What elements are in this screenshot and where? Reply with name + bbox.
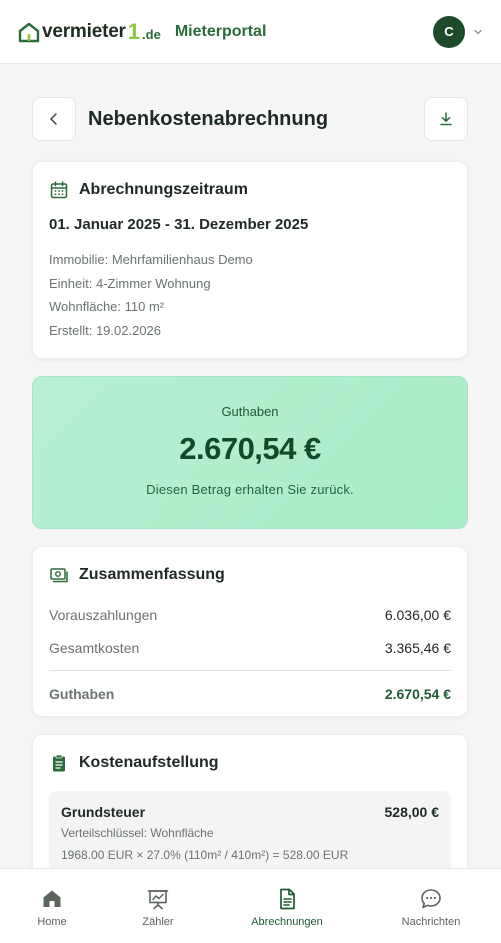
chat-icon	[421, 889, 441, 909]
meter-icon	[147, 890, 169, 910]
logo-text: vermieter	[42, 20, 126, 42]
billing-period-card: Abrechnungszeitraum 01. Januar 2025 - 31…	[32, 161, 468, 359]
download-button[interactable]	[424, 97, 468, 141]
house-logo-icon	[18, 22, 40, 42]
logo-tld: .de	[142, 26, 161, 42]
billing-period-header: Abrechnungszeitraum	[49, 180, 451, 200]
cost-item-header: Grundsteuer 528,00 €	[61, 804, 439, 820]
credit-amount: 2.670,54 €	[179, 431, 321, 466]
nav-label-home: Home	[37, 916, 67, 928]
clipboard-icon	[53, 754, 65, 772]
credit-total-label: Guthaben	[49, 686, 115, 702]
nav-item-home[interactable]: Home	[22, 869, 82, 943]
credit-note: Diesen Betrag erhalten Sie zurück.	[146, 482, 354, 497]
credit-total-value: 2.670,54 €	[384, 686, 451, 702]
cost-breakdown-header: Kostenaufstellung	[49, 753, 451, 773]
cost-item-name: Grundsteuer	[61, 804, 146, 820]
chevron-left-icon	[50, 113, 57, 125]
bottom-navigation: Home Zähler Abrechnungen Nachrichten	[0, 868, 501, 943]
nav-item-meter[interactable]: Zähler	[128, 869, 188, 943]
summary-card: Zusammenfassung Vorauszahlungen 6.036,00…	[32, 546, 468, 717]
created-date-line: Erstellt: 19.02.2026	[49, 322, 162, 338]
user-menu[interactable]: C	[433, 15, 483, 48]
cost-item-formula: 1968.00 EUR × 27.0% (110m² / 410m²) = 52…	[61, 848, 349, 862]
credit-balance-card: Guthaben 2.670,54 € Diesen Betrag erhalt…	[32, 376, 468, 529]
nav-label-meter: Zähler	[142, 916, 174, 928]
property-line: Immobilie: Mehrfamilienhaus Demo	[49, 252, 253, 267]
summary-title: Zusammenfassung	[79, 566, 225, 583]
property-details: Immobilie: Mehrfamilienhaus Demo Einheit…	[49, 248, 451, 342]
advance-payments-value: 6.036,00 €	[384, 607, 451, 623]
portal-title: Mieterportal	[174, 22, 267, 40]
money-icon	[50, 568, 68, 583]
nav-label-messages: Nachrichten	[401, 916, 461, 928]
page-header: Nebenkostenabrechnung	[32, 97, 468, 141]
advance-payments-label: Vorauszahlungen	[49, 607, 158, 623]
summary-divider	[49, 670, 451, 671]
top-bar: vermieter 1 .de Mieterportal C	[0, 0, 501, 64]
cost-item-allocation-key: Verteilschlüssel: Wohnfläche	[61, 826, 214, 840]
avatar[interactable]: C	[433, 15, 465, 48]
document-icon	[280, 888, 295, 910]
download-icon	[440, 112, 452, 126]
cost-item-amount: 528,00 €	[384, 804, 440, 820]
credit-label: Guthaben	[221, 404, 279, 419]
page-title: Nebenkostenabrechnung	[88, 107, 329, 130]
total-costs-value: 3.365,46 €	[384, 640, 451, 656]
advance-payments-row: Vorauszahlungen 6.036,00 €	[49, 607, 451, 623]
billing-period-title: Abrechnungszeitraum	[79, 181, 248, 198]
logo-one: 1	[127, 18, 141, 44]
total-costs-row: Gesamtkosten 3.365,46 €	[49, 640, 451, 656]
billing-period-range: 01. Januar 2025 - 31. Dezember 2025	[49, 216, 309, 233]
nav-item-billing[interactable]: Abrechnungen	[242, 869, 332, 943]
chevron-down-icon	[474, 29, 482, 34]
living-area-line: Wohnfläche: 110 m²	[49, 299, 165, 314]
credit-total-row: Guthaben 2.670,54 €	[49, 686, 451, 702]
brand-logo[interactable]: vermieter 1 .de	[18, 19, 161, 45]
calendar-icon	[50, 181, 68, 199]
back-button[interactable]	[32, 97, 76, 141]
unit-line: Einheit: 4-Zimmer Wohnung	[49, 275, 211, 291]
cost-breakdown-title: Kostenaufstellung	[79, 754, 219, 771]
summary-header: Zusammenfassung	[49, 565, 451, 585]
nav-item-messages[interactable]: Nachrichten	[392, 869, 470, 943]
nav-label-billing: Abrechnungen	[251, 916, 323, 928]
total-costs-label: Gesamtkosten	[49, 640, 140, 656]
home-icon	[43, 890, 61, 907]
